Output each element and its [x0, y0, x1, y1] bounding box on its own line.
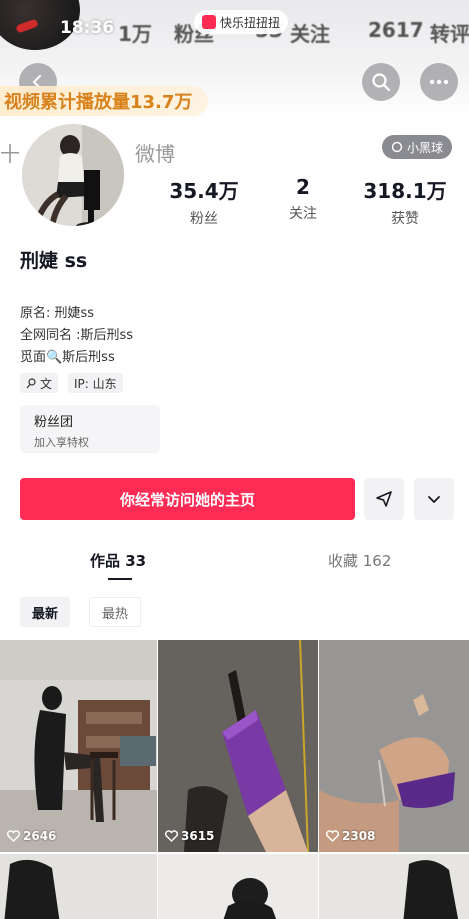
fan-group-title: 粉丝团 [34, 415, 74, 430]
following-stat[interactable]: 2 关注 [275, 175, 331, 223]
ip-location-label: IP: 山东 [74, 376, 117, 391]
likes-label: 获赞 [391, 211, 419, 227]
chevron-down-icon [428, 496, 440, 503]
video-tile-2[interactable]: 3615 [158, 640, 318, 852]
play-count-banner[interactable]: 视频累计播放量13.7万 [0, 86, 209, 116]
heart-icon [165, 830, 178, 842]
live-badge-label: 快乐扭扭扭 [220, 15, 281, 30]
video-thumbnail-3 [319, 640, 469, 852]
profile-name: 刑婕 ss [20, 250, 88, 272]
filter-latest[interactable]: 最新 [20, 597, 71, 627]
app-logo-icon [202, 15, 216, 29]
gender-chip: 文 [20, 373, 59, 393]
video-thumbnail-4 [0, 854, 157, 919]
status-clock: 18:36 [60, 18, 115, 38]
faded-left-text: 十 [0, 142, 20, 166]
gender-chip-label: 文 [40, 376, 53, 391]
video-likes-1: 2646 [7, 829, 56, 843]
bio-line-1: 原名: 刑婕ss [20, 306, 95, 321]
fan-group-card[interactable]: 粉丝团 加入享特权 [20, 405, 160, 453]
video-thumbnail-6 [319, 854, 469, 919]
heart-icon [7, 830, 20, 842]
followers-stat[interactable]: 35.4万 粉丝 [166, 175, 242, 228]
more-dots-icon [429, 79, 449, 85]
ip-location-chip: IP: 山东 [68, 373, 123, 393]
search-icon [372, 73, 391, 92]
link-icon [391, 141, 403, 153]
share-button[interactable] [364, 478, 404, 520]
weibo-link-text: 微博 [135, 142, 175, 166]
bio-line-3: 觅面🔍斯后刑ss [20, 350, 115, 365]
likes-count: 318.1万 [363, 179, 447, 203]
fan-group-subtitle: 加入享特权 [34, 436, 89, 449]
mini-program-badge[interactable]: 小黑球 [382, 135, 453, 159]
followers-count: 35.4万 [169, 179, 239, 203]
search-button[interactable] [362, 63, 400, 101]
mini-badge-label: 小黑球 [407, 140, 444, 155]
likes-stat[interactable]: 318.1万 获赞 [362, 175, 448, 228]
avatar[interactable] [20, 122, 126, 228]
live-badge[interactable]: 快乐扭扭扭 [194, 10, 289, 34]
tab-collection[interactable]: 收藏 162 [328, 550, 391, 571]
send-icon [376, 491, 392, 507]
video-tile-3[interactable]: 2308 [319, 640, 469, 852]
video-tile-5[interactable] [158, 854, 318, 919]
filter-hottest[interactable]: 最热 [89, 597, 142, 627]
video-thumbnail-1 [0, 640, 157, 852]
video-tile-6[interactable] [319, 854, 469, 919]
video-tile-1[interactable]: 2646 [0, 640, 157, 852]
following-label: 关注 [289, 206, 317, 222]
video-thumbnail-5 [158, 854, 318, 919]
bg-stat-1: 1万 [118, 22, 152, 46]
tab-works[interactable]: 作品 33 [90, 550, 146, 571]
followers-label: 粉丝 [190, 211, 218, 227]
video-likes-count-2: 3615 [181, 829, 215, 843]
tab-active-indicator [108, 578, 132, 580]
video-likes-count-3: 2308 [342, 829, 376, 843]
bio-line-2: 全网同名 :斯后刑ss [20, 328, 134, 343]
video-tile-4[interactable] [0, 854, 157, 919]
bg-stat-3-label: 转评 [430, 22, 469, 46]
expand-button[interactable] [414, 478, 454, 520]
more-button[interactable] [420, 63, 458, 101]
video-likes-3: 2308 [326, 829, 375, 843]
video-likes-2: 3615 [165, 829, 214, 843]
female-icon [26, 377, 36, 388]
video-likes-count-1: 2646 [23, 829, 57, 843]
video-thumbnail-2 [158, 640, 318, 852]
avatar-photo [22, 124, 124, 226]
following-count: 2 [296, 175, 310, 199]
faded-links-row: 十 微博 [0, 138, 175, 167]
heart-icon [326, 830, 339, 842]
bg-stat-2-label: 关注 [290, 22, 330, 46]
bg-stat-3: 2617 [368, 18, 424, 42]
visit-homepage-button[interactable]: 你经常访问她的主页 [20, 478, 355, 520]
